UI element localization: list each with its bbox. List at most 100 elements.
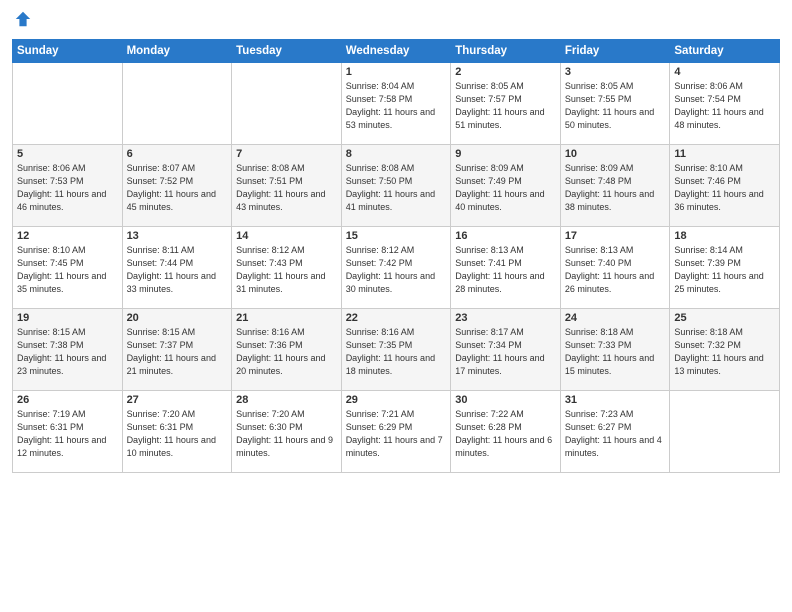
day-cell: 19 Sunrise: 8:15 AMSunset: 7:38 PMDayligh… [13, 308, 123, 390]
day-cell: 15 Sunrise: 8:12 AMSunset: 7:42 PMDayligh… [341, 226, 451, 308]
day-number: 8 [346, 148, 447, 160]
day-cell: 16Sunrise: 8:13 AMSunset: 7:41 PMDayligh… [451, 226, 561, 308]
day-info: Sunrise: 8:16 AMSunset: 7:36 PMDaylight:… [236, 326, 337, 378]
day-cell: 6 Sunrise: 8:07 AMSunset: 7:52 PMDaylight… [122, 144, 232, 226]
day-cell: 3Sunrise: 8:05 AMSunset: 7:55 PMDaylight… [560, 62, 670, 144]
logo-text [12, 10, 32, 33]
day-cell: 2Sunrise: 8:05 AMSunset: 7:57 PMDaylight… [451, 62, 561, 144]
day-number: 29 [346, 394, 447, 406]
day-info: Sunrise: 8:09 AMSunset: 7:49 PMDaylight:… [455, 162, 556, 214]
day-cell: 25 Sunrise: 8:18 AMSunset: 7:32 PMDayligh… [670, 308, 780, 390]
day-number: 24 [565, 312, 666, 324]
day-info: Sunrise: 8:12 AMSunset: 7:42 PMDaylight:… [346, 244, 447, 296]
weekday-header-friday: Friday [560, 39, 670, 62]
day-number: 27 [127, 394, 228, 406]
day-number: 7 [236, 148, 337, 160]
logo [12, 10, 32, 33]
day-info: Sunrise: 8:15 AMSunset: 7:37 PMDaylight:… [127, 326, 228, 378]
day-info: Sunrise: 8:18 AMSunset: 7:33 PMDaylight:… [565, 326, 666, 378]
weekday-header-wednesday: Wednesday [341, 39, 451, 62]
day-number: 6 [127, 148, 228, 160]
day-info: Sunrise: 8:15 AMSunset: 7:38 PMDaylight:… [17, 326, 118, 378]
weekday-header-tuesday: Tuesday [232, 39, 342, 62]
day-cell: 26 Sunrise: 7:19 AMSunset: 6:31 PMDayligh… [13, 390, 123, 472]
day-number: 10 [565, 148, 666, 160]
day-number: 20 [127, 312, 228, 324]
day-info: Sunrise: 8:06 AMSunset: 7:54 PMDaylight:… [674, 80, 775, 132]
day-number: 13 [127, 230, 228, 242]
day-cell: 24 Sunrise: 8:18 AMSunset: 7:33 PMDayligh… [560, 308, 670, 390]
day-cell: 21 Sunrise: 8:16 AMSunset: 7:36 PMDayligh… [232, 308, 342, 390]
week-row-5: 26 Sunrise: 7:19 AMSunset: 6:31 PMDayligh… [13, 390, 780, 472]
logo-icon [14, 10, 32, 28]
day-cell: 29Sunrise: 7:21 AMSunset: 6:29 PMDayligh… [341, 390, 451, 472]
day-info: Sunrise: 8:17 AMSunset: 7:34 PMDaylight:… [455, 326, 556, 378]
day-cell: 28Sunrise: 7:20 AMSunset: 6:30 PMDayligh… [232, 390, 342, 472]
day-info: Sunrise: 8:05 AMSunset: 7:57 PMDaylight:… [455, 80, 556, 132]
day-number: 11 [674, 148, 775, 160]
day-number: 17 [565, 230, 666, 242]
week-row-1: 1 Sunrise: 8:04 AMSunset: 7:58 PMDaylight… [13, 62, 780, 144]
day-info: Sunrise: 7:23 AMSunset: 6:27 PMDaylight:… [565, 408, 666, 460]
day-number: 14 [236, 230, 337, 242]
day-info: Sunrise: 8:08 AMSunset: 7:51 PMDaylight:… [236, 162, 337, 214]
day-cell: 30 Sunrise: 7:22 AMSunset: 6:28 PMDayligh… [451, 390, 561, 472]
day-number: 26 [17, 394, 118, 406]
week-row-4: 19 Sunrise: 8:15 AMSunset: 7:38 PMDayligh… [13, 308, 780, 390]
day-cell: 11 Sunrise: 8:10 AMSunset: 7:46 PMDayligh… [670, 144, 780, 226]
day-number: 12 [17, 230, 118, 242]
day-number: 30 [455, 394, 556, 406]
day-number: 25 [674, 312, 775, 324]
header [12, 10, 780, 33]
week-row-2: 5Sunrise: 8:06 AMSunset: 7:53 PMDaylight… [13, 144, 780, 226]
day-info: Sunrise: 8:10 AMSunset: 7:46 PMDaylight:… [674, 162, 775, 214]
day-cell: 5Sunrise: 8:06 AMSunset: 7:53 PMDaylight… [13, 144, 123, 226]
day-cell: 13Sunrise: 8:11 AMSunset: 7:44 PMDayligh… [122, 226, 232, 308]
day-info: Sunrise: 8:04 AMSunset: 7:58 PMDaylight:… [346, 80, 447, 132]
day-number: 9 [455, 148, 556, 160]
day-number: 16 [455, 230, 556, 242]
day-cell: 17 Sunrise: 8:13 AMSunset: 7:40 PMDayligh… [560, 226, 670, 308]
day-cell [232, 62, 342, 144]
page: SundayMondayTuesdayWednesdayThursdayFrid… [0, 0, 792, 612]
weekday-header-sunday: Sunday [13, 39, 123, 62]
day-cell: 7 Sunrise: 8:08 AMSunset: 7:51 PMDaylight… [232, 144, 342, 226]
day-cell: 14 Sunrise: 8:12 AMSunset: 7:43 PMDayligh… [232, 226, 342, 308]
day-info: Sunrise: 8:08 AMSunset: 7:50 PMDaylight:… [346, 162, 447, 214]
day-number: 21 [236, 312, 337, 324]
day-cell: 23 Sunrise: 8:17 AMSunset: 7:34 PMDayligh… [451, 308, 561, 390]
day-number: 19 [17, 312, 118, 324]
day-info: Sunrise: 8:13 AMSunset: 7:40 PMDaylight:… [565, 244, 666, 296]
calendar: SundayMondayTuesdayWednesdayThursdayFrid… [12, 39, 780, 473]
weekday-header-row: SundayMondayTuesdayWednesdayThursdayFrid… [13, 39, 780, 62]
weekday-header-saturday: Saturday [670, 39, 780, 62]
day-cell [670, 390, 780, 472]
day-info: Sunrise: 8:05 AMSunset: 7:55 PMDaylight:… [565, 80, 666, 132]
day-info: Sunrise: 8:09 AMSunset: 7:48 PMDaylight:… [565, 162, 666, 214]
weekday-header-monday: Monday [122, 39, 232, 62]
day-info: Sunrise: 8:12 AMSunset: 7:43 PMDaylight:… [236, 244, 337, 296]
day-number: 15 [346, 230, 447, 242]
day-info: Sunrise: 8:18 AMSunset: 7:32 PMDaylight:… [674, 326, 775, 378]
week-row-3: 12 Sunrise: 8:10 AMSunset: 7:45 PMDayligh… [13, 226, 780, 308]
day-number: 23 [455, 312, 556, 324]
weekday-header-thursday: Thursday [451, 39, 561, 62]
day-cell: 18Sunrise: 8:14 AMSunset: 7:39 PMDayligh… [670, 226, 780, 308]
day-cell: 22 Sunrise: 8:16 AMSunset: 7:35 PMDayligh… [341, 308, 451, 390]
day-number: 1 [346, 66, 447, 78]
day-cell: 27 Sunrise: 7:20 AMSunset: 6:31 PMDayligh… [122, 390, 232, 472]
day-info: Sunrise: 8:16 AMSunset: 7:35 PMDaylight:… [346, 326, 447, 378]
day-number: 22 [346, 312, 447, 324]
day-info: Sunrise: 7:20 AMSunset: 6:31 PMDaylight:… [127, 408, 228, 460]
day-cell: 10 Sunrise: 8:09 AMSunset: 7:48 PMDayligh… [560, 144, 670, 226]
day-cell [122, 62, 232, 144]
day-cell: 31Sunrise: 7:23 AMSunset: 6:27 PMDayligh… [560, 390, 670, 472]
day-info: Sunrise: 7:22 AMSunset: 6:28 PMDaylight:… [455, 408, 556, 460]
day-cell: 1 Sunrise: 8:04 AMSunset: 7:58 PMDaylight… [341, 62, 451, 144]
day-info: Sunrise: 8:07 AMSunset: 7:52 PMDaylight:… [127, 162, 228, 214]
day-number: 18 [674, 230, 775, 242]
day-cell: 4Sunrise: 8:06 AMSunset: 7:54 PMDaylight… [670, 62, 780, 144]
day-info: Sunrise: 8:10 AMSunset: 7:45 PMDaylight:… [17, 244, 118, 296]
day-info: Sunrise: 7:19 AMSunset: 6:31 PMDaylight:… [17, 408, 118, 460]
day-number: 28 [236, 394, 337, 406]
